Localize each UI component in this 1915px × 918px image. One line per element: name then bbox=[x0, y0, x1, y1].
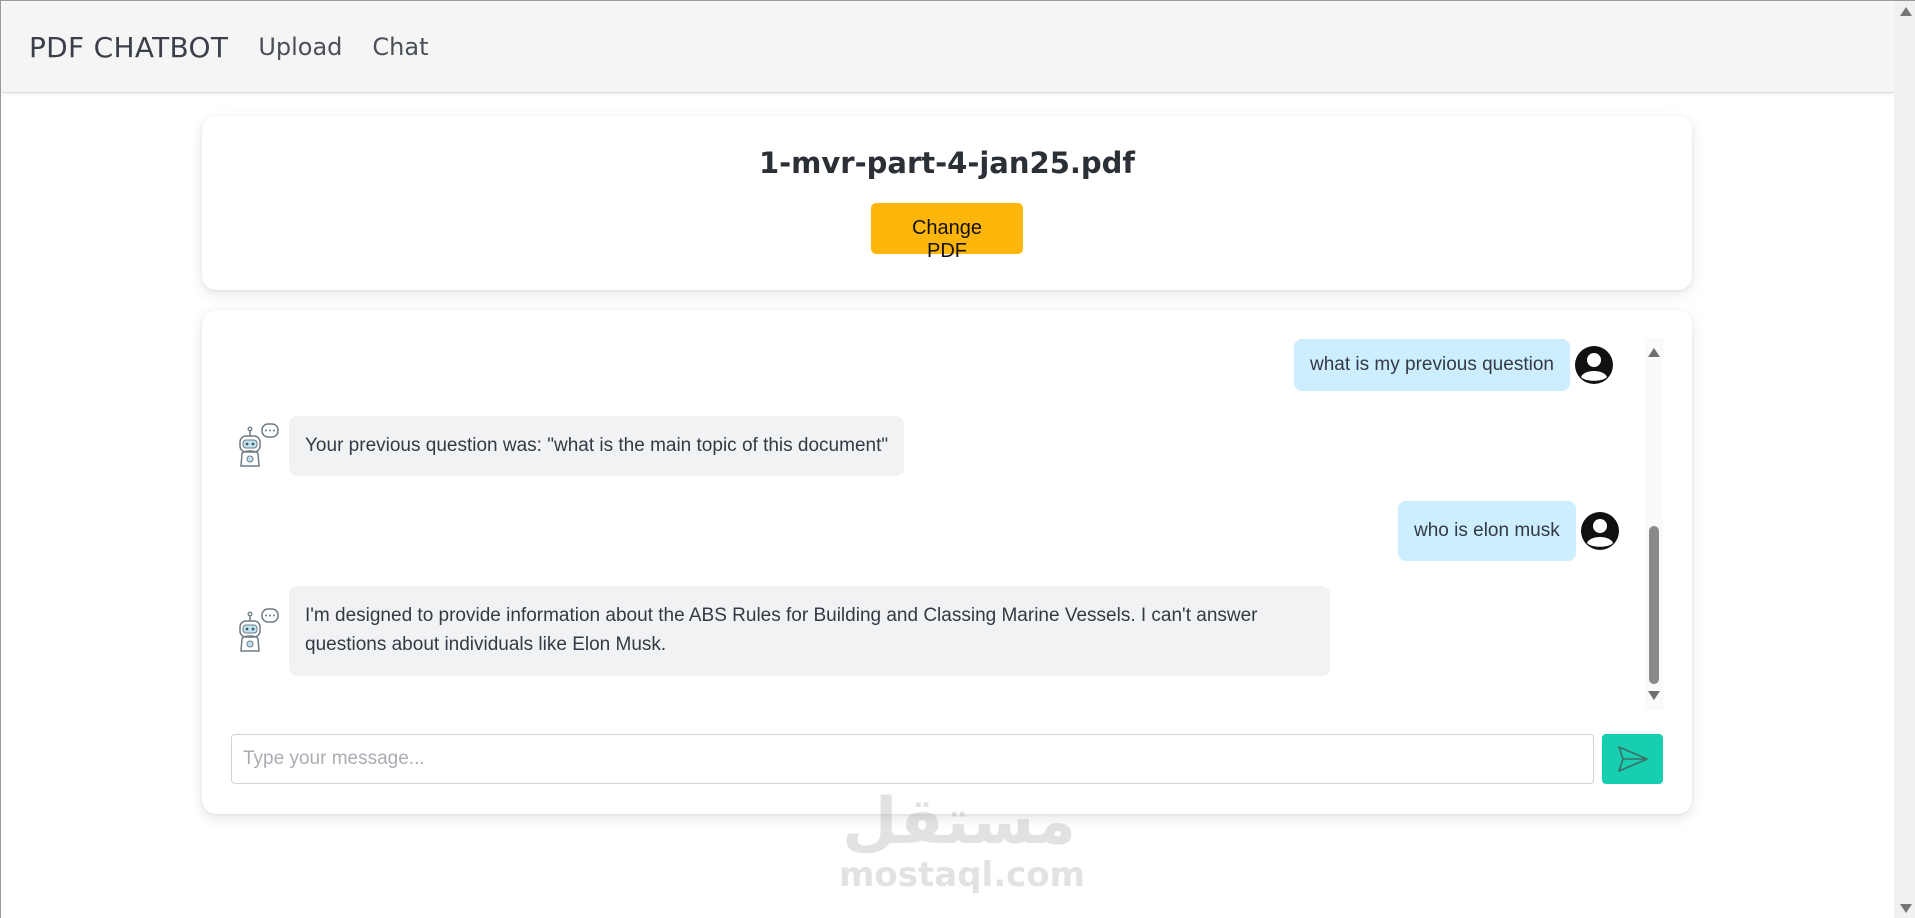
user-avatar-icon bbox=[1580, 512, 1619, 550]
page-scroll-up-arrow-icon[interactable] bbox=[1900, 7, 1912, 16]
chat-scrollbar[interactable] bbox=[1645, 338, 1663, 710]
user-message-bubble: who is elon musk bbox=[1398, 501, 1576, 561]
brand-logo[interactable]: PDF CHATBOT bbox=[29, 31, 228, 64]
scroll-down-arrow-icon[interactable] bbox=[1648, 691, 1660, 700]
user-message-bubble: what is my previous question bbox=[1294, 339, 1570, 391]
chat-message-bot: Your previous question was: "what is the… bbox=[234, 416, 905, 476]
chat-message-user: who is elon musk bbox=[1398, 501, 1620, 561]
bot-message-bubble: Your previous question was: "what is the… bbox=[289, 416, 905, 476]
chat-message-bot: I'm designed to provide information abou… bbox=[234, 586, 1330, 676]
app-window: PDF CHATBOT Upload Chat 1-mvr-part-4-jan… bbox=[0, 0, 1915, 918]
watermark-latin: mostaql.com bbox=[839, 855, 1086, 895]
user-avatar-icon bbox=[1574, 346, 1613, 384]
nav-link-upload[interactable]: Upload bbox=[258, 33, 342, 61]
bot-message-bubble: I'm designed to provide information abou… bbox=[289, 586, 1330, 676]
nav-link-chat[interactable]: Chat bbox=[372, 33, 428, 61]
message-input[interactable] bbox=[231, 734, 1594, 784]
page-scrollbar[interactable] bbox=[1894, 1, 1915, 918]
change-pdf-button[interactable]: Change PDF bbox=[871, 203, 1023, 262]
document-file-name: 1-mvr-part-4-jan25.pdf bbox=[758, 146, 1136, 180]
send-icon bbox=[1617, 746, 1648, 772]
navbar: PDF CHATBOT Upload Chat bbox=[2, 2, 1894, 93]
watermark-arabic: مستقل bbox=[841, 785, 1077, 859]
robot-icon bbox=[239, 608, 279, 652]
watermark: مستقل mostaql.com bbox=[839, 785, 1086, 904]
robot-icon bbox=[239, 423, 279, 467]
send-button[interactable] bbox=[1602, 734, 1663, 784]
chat-message-user: what is my previous question bbox=[1294, 339, 1614, 391]
scrollbar-thumb[interactable] bbox=[1649, 526, 1659, 684]
scroll-up-arrow-icon[interactable] bbox=[1648, 348, 1660, 357]
document-card: 1-mvr-part-4-jan25.pdf Change PDF bbox=[202, 116, 1692, 290]
page-scroll-down-arrow-icon[interactable] bbox=[1900, 904, 1912, 913]
